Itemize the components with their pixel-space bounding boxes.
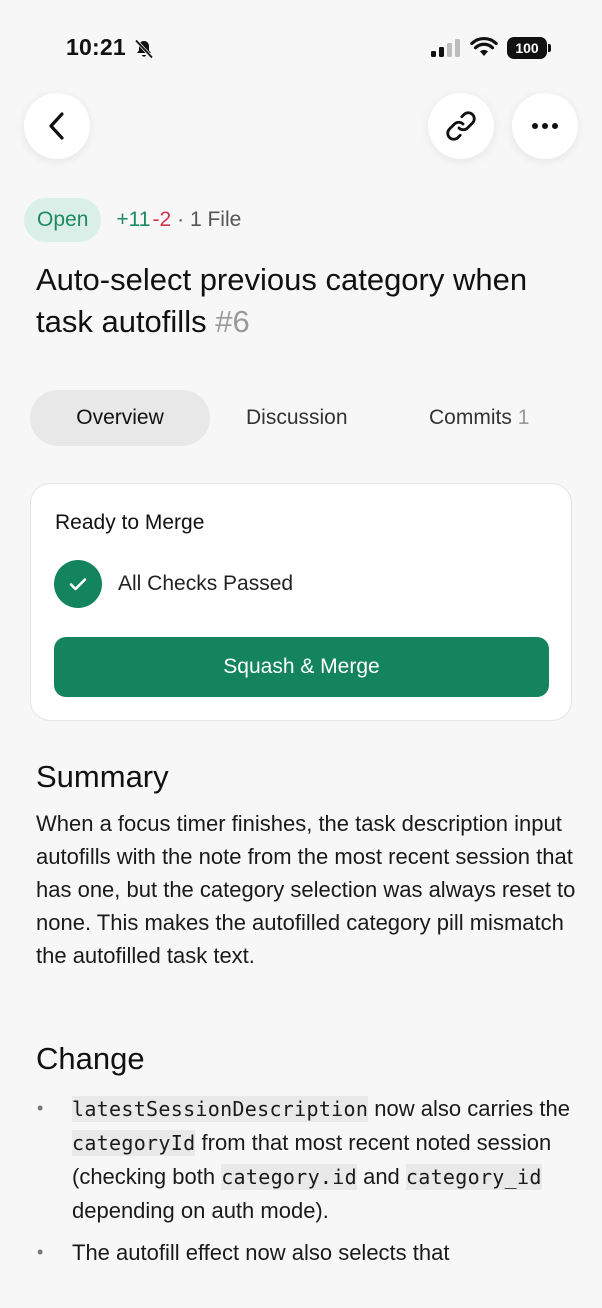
list-item: • The autofill effect now also selects th… bbox=[36, 1236, 576, 1269]
squash-merge-button[interactable]: Squash & Merge bbox=[54, 637, 549, 697]
bullet-text: depending on auth mode). bbox=[72, 1198, 329, 1223]
tab-discussion[interactable]: Discussion bbox=[246, 390, 348, 446]
bullet-text: The autofill effect now also selects tha… bbox=[72, 1240, 450, 1265]
more-options-button[interactable] bbox=[512, 93, 578, 159]
tab-commits[interactable]: Commits 1 bbox=[429, 390, 529, 446]
pr-title: Auto-select previous category when task … bbox=[36, 259, 576, 343]
checkmark-icon bbox=[69, 578, 87, 591]
summary-heading: Summary bbox=[36, 759, 169, 794]
ellipsis-icon bbox=[532, 123, 558, 129]
bullet-text: and bbox=[356, 1164, 406, 1189]
checks-status-label: All Checks Passed bbox=[118, 572, 294, 595]
inline-code: latestSessionDescription bbox=[72, 1096, 369, 1122]
deletions-count: -2 bbox=[152, 208, 172, 231]
tab-overview[interactable]: Overview bbox=[30, 390, 210, 446]
status-bar: 10:21 100 bbox=[0, 0, 602, 90]
checks-passed-icon bbox=[54, 560, 102, 608]
tab-commits-label: Commits bbox=[429, 406, 512, 429]
pr-tabs: Overview Discussion Commits 1 bbox=[30, 390, 575, 446]
inline-code: categoryId bbox=[72, 1130, 196, 1156]
wifi-icon bbox=[470, 36, 498, 56]
inline-code: category_id bbox=[405, 1164, 542, 1190]
chevron-left-icon bbox=[49, 112, 64, 140]
status-time: 10:21 bbox=[66, 34, 126, 60]
pr-title-text: Auto-select previous category when task … bbox=[36, 262, 528, 339]
pr-meta-row: Open +11 -2 · 1 File bbox=[24, 198, 241, 242]
merge-card: Ready to Merge All Checks Passed Squash … bbox=[30, 483, 572, 721]
inline-code: category.id bbox=[221, 1164, 357, 1190]
list-item: • latestSessionDescription now also carri… bbox=[36, 1092, 576, 1227]
signal-icon bbox=[431, 39, 460, 57]
link-icon bbox=[446, 111, 476, 141]
battery-icon: 100 bbox=[507, 37, 551, 59]
battery-level: 100 bbox=[507, 37, 547, 59]
bullet-dot: • bbox=[37, 1098, 44, 1118]
merge-card-title: Ready to Merge bbox=[55, 511, 205, 534]
change-heading: Change bbox=[36, 1041, 145, 1076]
files-count: · 1 File bbox=[177, 208, 242, 231]
summary-text: When a focus timer finishes, the task de… bbox=[36, 811, 576, 968]
bell-slash-icon bbox=[134, 39, 154, 59]
battery-tip bbox=[548, 44, 551, 52]
back-button[interactable] bbox=[24, 93, 90, 159]
pr-status-badge: Open bbox=[24, 198, 102, 242]
additions-count: +11 bbox=[116, 208, 151, 231]
change-list: • latestSessionDescription now also carri… bbox=[36, 1092, 576, 1278]
copy-link-button[interactable] bbox=[428, 93, 494, 159]
bullet-text: now also carries the bbox=[368, 1096, 570, 1121]
pr-number: #6 bbox=[215, 304, 250, 339]
bullet-dot: • bbox=[37, 1242, 44, 1262]
commit-count: 1 bbox=[517, 406, 530, 429]
